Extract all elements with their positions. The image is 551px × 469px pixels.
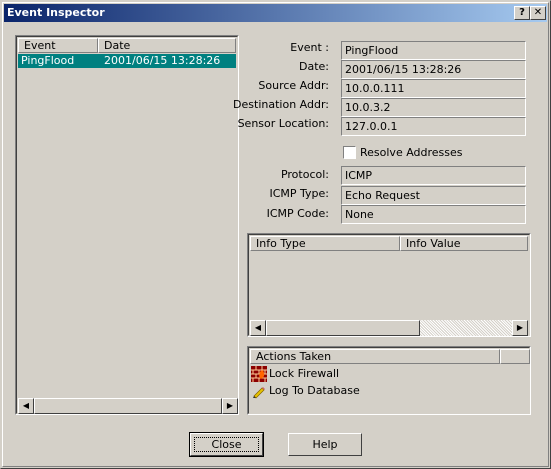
help-button-label: Help bbox=[312, 438, 338, 451]
protocol-label: Protocol: bbox=[280, 168, 329, 181]
actions-list[interactable]: Actions Taken Lock Firewall Log To Datab… bbox=[247, 346, 531, 415]
scroll-right-button[interactable]: ▶ bbox=[512, 320, 528, 336]
protocol-value: ICMP bbox=[341, 166, 526, 185]
info-table-hscrollbar[interactable]: ◀ ▶ bbox=[250, 320, 528, 336]
help-titlebar-button[interactable]: ? bbox=[514, 6, 530, 20]
source-addr-value: 10.0.0.111 bbox=[341, 79, 526, 98]
date-cell: 2001/06/15 13:28:26 bbox=[104, 54, 221, 67]
close-button-label: Close bbox=[211, 438, 242, 451]
scroll-left-button[interactable]: ◀ bbox=[250, 320, 266, 336]
icmp-code-value: None bbox=[341, 205, 526, 224]
icmp-type-value: Echo Request bbox=[341, 186, 526, 205]
action-item-lock-firewall[interactable]: Lock Firewall bbox=[251, 366, 339, 382]
close-titlebar-button[interactable]: ✕ bbox=[530, 6, 546, 20]
title-bar[interactable]: Event Inspector ? ✕ bbox=[4, 4, 547, 22]
column-header-info-value[interactable]: Info Value bbox=[400, 236, 528, 251]
action-label: Lock Firewall bbox=[269, 367, 340, 380]
column-header-event[interactable]: Event bbox=[18, 38, 98, 53]
resolve-addresses-checkbox[interactable] bbox=[343, 146, 356, 159]
resolve-addresses-label[interactable]: Resolve Addresses bbox=[360, 146, 463, 160]
event-value: PingFlood bbox=[341, 41, 526, 60]
close-button[interactable]: Close bbox=[189, 432, 264, 457]
icmp-code-label: ICMP Code: bbox=[266, 207, 329, 220]
help-button[interactable]: Help bbox=[288, 433, 362, 456]
events-list-hscrollbar[interactable]: ◀ ▶ bbox=[18, 398, 238, 414]
scroll-track[interactable] bbox=[420, 320, 512, 336]
date-label: Date: bbox=[299, 60, 329, 73]
action-item-log-to-database[interactable]: Log To Database bbox=[251, 383, 360, 399]
date-value: 2001/06/15 13:28:26 bbox=[341, 60, 526, 79]
info-table[interactable]: Info Type Info Value ◀ ▶ bbox=[247, 233, 531, 337]
destination-addr-value: 10.0.3.2 bbox=[341, 98, 526, 117]
pencil-icon bbox=[251, 383, 267, 399]
column-header-date[interactable]: Date bbox=[98, 38, 236, 53]
event-row[interactable]: PingFlood 2001/06/15 13:28:26 bbox=[18, 54, 236, 68]
sensor-location-value: 127.0.0.1 bbox=[341, 117, 526, 136]
info-table-header: Info Type Info Value bbox=[250, 236, 528, 251]
scroll-thumb[interactable] bbox=[266, 320, 420, 336]
destination-addr-label: Destination Addr: bbox=[233, 98, 329, 111]
action-label: Log To Database bbox=[269, 384, 360, 397]
events-list[interactable]: Event Date PingFlood 2001/06/15 13:28:26… bbox=[15, 35, 239, 415]
sensor-location-label: Sensor Location: bbox=[237, 117, 329, 130]
column-header-info-type[interactable]: Info Type bbox=[250, 236, 400, 251]
events-list-header: Event Date bbox=[18, 38, 236, 53]
event-cell: PingFlood bbox=[21, 54, 75, 67]
source-addr-label: Source Addr: bbox=[258, 79, 329, 92]
firewall-icon bbox=[251, 366, 267, 382]
actions-list-header: Actions Taken bbox=[250, 349, 530, 364]
event-label: Event : bbox=[290, 41, 329, 54]
scroll-thumb[interactable] bbox=[34, 398, 222, 414]
scroll-left-button[interactable]: ◀ bbox=[18, 398, 34, 414]
column-header-empty[interactable] bbox=[500, 349, 530, 364]
icmp-type-label: ICMP Type: bbox=[269, 187, 329, 200]
column-header-actions-taken[interactable]: Actions Taken bbox=[250, 349, 500, 364]
window-title: Event Inspector bbox=[7, 6, 105, 19]
event-inspector-window: Event Inspector ? ✕ Event Date PingFlood… bbox=[0, 0, 551, 469]
scroll-right-button[interactable]: ▶ bbox=[222, 398, 238, 414]
